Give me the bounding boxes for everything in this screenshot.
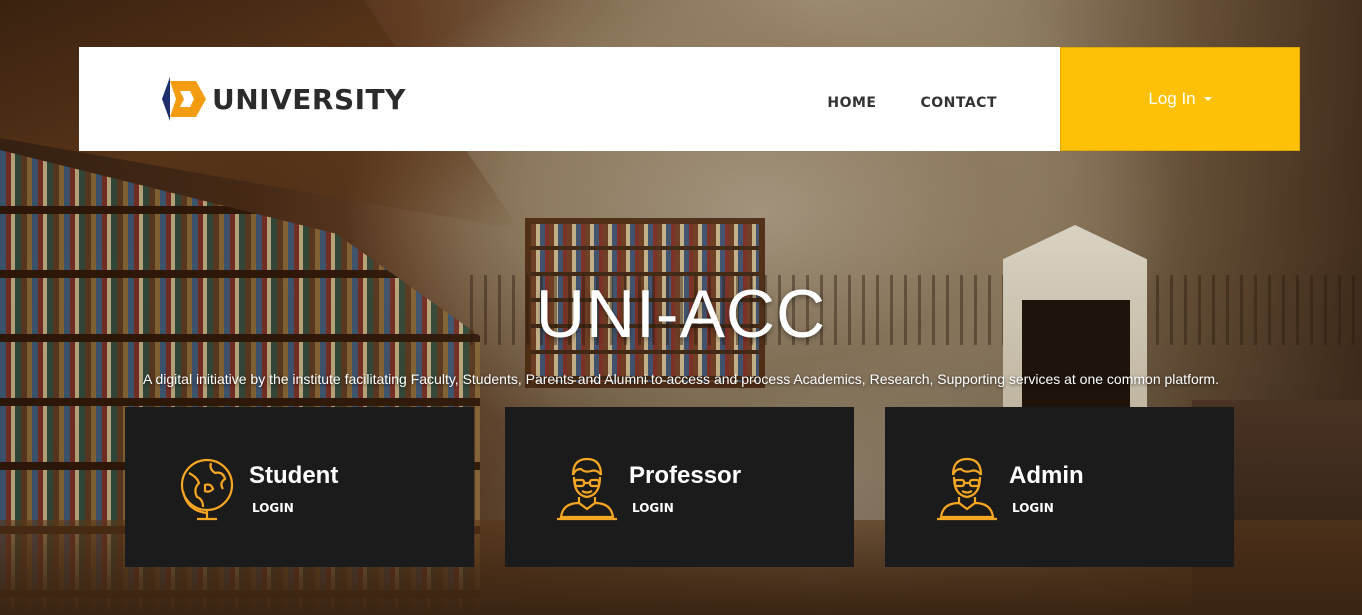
professor-card-title: Professor bbox=[629, 462, 742, 489]
globe-icon bbox=[180, 458, 234, 521]
login-button-label: Log In bbox=[1148, 89, 1196, 108]
login-dropdown-button[interactable]: Log In bbox=[1060, 47, 1300, 151]
student-card-title: Student bbox=[249, 462, 339, 489]
student-card[interactable]: Student LOGIN bbox=[125, 407, 474, 567]
nav-home-link[interactable]: HOME bbox=[827, 95, 876, 111]
university-logo-icon bbox=[162, 77, 206, 121]
logo-link[interactable]: UNIVERSITY bbox=[154, 77, 406, 121]
professor-login-link[interactable]: LOGIN bbox=[632, 501, 674, 515]
admin-card-title: Admin bbox=[1009, 462, 1084, 489]
admin-card[interactable]: Admin LOGIN bbox=[885, 407, 1234, 567]
hero-title: UNI-ACC bbox=[535, 276, 827, 352]
main-nav: HOME CONTACT bbox=[827, 95, 997, 111]
nav-contact-link[interactable]: CONTACT bbox=[920, 95, 997, 111]
admin-login-link[interactable]: LOGIN bbox=[1012, 501, 1054, 515]
professor-card[interactable]: Professor LOGIN bbox=[505, 407, 854, 567]
navbar: UNIVERSITY HOME CONTACT bbox=[79, 47, 1061, 151]
hero-subtitle: A digital initiative by the institute fa… bbox=[143, 371, 1219, 387]
caret-down-icon bbox=[1203, 97, 1212, 101]
professor-icon bbox=[557, 457, 617, 521]
admin-icon bbox=[937, 457, 997, 521]
student-login-link[interactable]: LOGIN bbox=[252, 501, 294, 515]
logo-text: UNIVERSITY bbox=[212, 82, 406, 116]
